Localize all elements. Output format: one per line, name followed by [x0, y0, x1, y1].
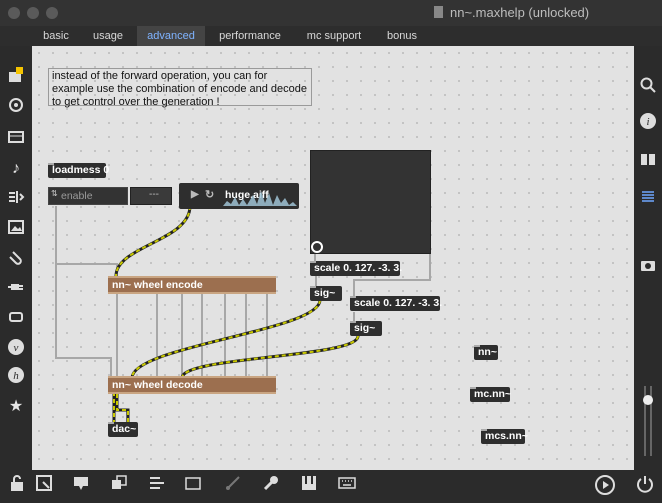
- xy-pad-handle[interactable]: [311, 241, 323, 253]
- power-icon[interactable]: [634, 474, 656, 496]
- left-sidebar: ♪ v h ★: [0, 46, 32, 470]
- vimeo-icon[interactable]: v: [5, 338, 27, 360]
- tab-usage[interactable]: usage: [86, 26, 130, 46]
- wrench-icon[interactable]: [260, 474, 282, 496]
- document-icon: [434, 6, 443, 18]
- toggle-label: enable: [61, 190, 93, 202]
- lock-icon[interactable]: [6, 474, 28, 496]
- camera-icon[interactable]: [637, 256, 659, 278]
- window-title: nn~.maxhelp (unlocked): [450, 5, 590, 20]
- loadmess-object[interactable]: loadmess 0: [48, 163, 109, 178]
- wheel-decode-object[interactable]: nn~ wheel decode: [108, 376, 276, 394]
- mc-nn-object[interactable]: mc.nn~: [470, 387, 511, 402]
- xy-pad[interactable]: [310, 150, 431, 254]
- scale-object-1[interactable]: scale 0. 127. -3. 3.: [310, 261, 402, 276]
- keyboard-icon[interactable]: [336, 474, 358, 496]
- playlist-object[interactable]: ▶ ↻ huge.aiff: [179, 183, 299, 209]
- search-icon[interactable]: [637, 76, 659, 98]
- sig-object-1[interactable]: sig~: [310, 286, 342, 301]
- svg-text:h: h: [13, 370, 19, 382]
- toggle-arrows-icon: ⇅: [51, 189, 58, 198]
- help-tabs: basic usage advanced performance mc supp…: [0, 26, 662, 46]
- mcs-nn-object[interactable]: mcs.nn~: [481, 429, 528, 444]
- patch-cords: [55, 205, 431, 424]
- paperclip-icon[interactable]: [5, 248, 27, 270]
- minimize-window-button[interactable]: [27, 7, 39, 19]
- help-comment: instead of the forward operation, you ca…: [48, 68, 312, 108]
- volume-icon[interactable]: [637, 386, 659, 456]
- info-icon[interactable]: i: [637, 112, 659, 134]
- tab-mc-support[interactable]: mc support: [300, 26, 368, 46]
- piano-icon[interactable]: [298, 474, 320, 496]
- list-icon[interactable]: [637, 188, 659, 210]
- svg-text:v: v: [14, 342, 19, 354]
- play-icon[interactable]: ▶: [191, 189, 199, 200]
- bottom-toolbar: [0, 470, 662, 500]
- title-bar: nn~.maxhelp (unlocked): [0, 0, 662, 26]
- image-icon[interactable]: [5, 218, 27, 240]
- browser-icon[interactable]: [5, 128, 27, 150]
- comment-icon[interactable]: [70, 474, 92, 496]
- wheel-encode-object[interactable]: nn~ wheel encode: [108, 276, 276, 294]
- plug-icon[interactable]: [5, 278, 27, 300]
- number-box[interactable]: ---: [130, 187, 172, 205]
- star-icon[interactable]: ★: [5, 396, 27, 418]
- tab-advanced[interactable]: advanced: [137, 26, 205, 46]
- close-window-button[interactable]: [8, 7, 20, 19]
- music-note-icon[interactable]: ♪: [5, 158, 27, 180]
- tab-bonus[interactable]: bonus: [380, 26, 424, 46]
- loop-icon[interactable]: ↻: [205, 188, 214, 201]
- patch-cord-icon[interactable]: [222, 474, 244, 496]
- tab-performance[interactable]: performance: [213, 26, 287, 46]
- play-icon[interactable]: [594, 474, 616, 496]
- search-icon[interactable]: [5, 96, 27, 118]
- patcher-canvas[interactable]: instead of the forward operation, you ca…: [32, 46, 634, 470]
- svg-text:i: i: [646, 116, 649, 128]
- right-sidebar: i: [634, 46, 662, 470]
- mixer-icon[interactable]: [182, 474, 204, 496]
- cord-icon[interactable]: [5, 308, 27, 330]
- audio-routing-icon[interactable]: [5, 188, 27, 210]
- tab-basic[interactable]: basic: [36, 26, 76, 46]
- number-value: ---: [149, 189, 159, 200]
- mixer-icon[interactable]: [146, 474, 168, 496]
- enable-toggle[interactable]: ⇅ enable: [48, 187, 128, 205]
- dac-object[interactable]: dac~: [108, 422, 138, 437]
- package-icon[interactable]: [5, 66, 27, 88]
- scale-object-2[interactable]: scale 0. 127. -3. 3.: [350, 296, 442, 311]
- nn-object[interactable]: nn~: [474, 345, 498, 360]
- book-icon[interactable]: [637, 150, 659, 172]
- zoom-window-button[interactable]: [46, 7, 58, 19]
- presentation-icon[interactable]: [108, 474, 130, 496]
- open-object-icon[interactable]: [33, 474, 55, 496]
- sig-object-2[interactable]: sig~: [350, 321, 382, 336]
- waveform-icon: [223, 191, 297, 206]
- help-icon[interactable]: h: [5, 366, 27, 388]
